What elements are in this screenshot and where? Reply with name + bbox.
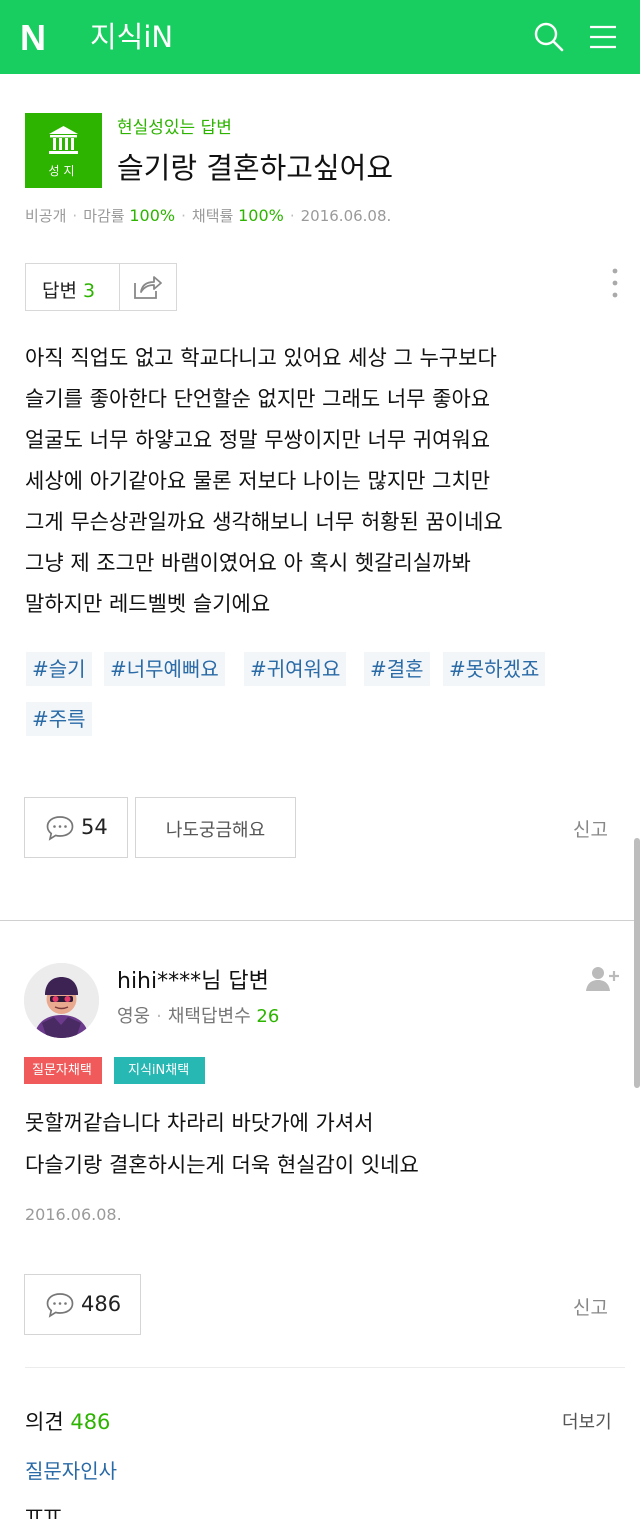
answer-username[interactable]: hihi****님 답변 xyxy=(117,963,269,995)
close-rate-label: 마감률 xyxy=(83,207,125,225)
questioner-greeting-text: ㅠㅠ xyxy=(25,1501,62,1525)
answer-tab-label: 답변 3 xyxy=(42,280,96,302)
scrollbar[interactable] xyxy=(634,838,640,1088)
temple-icon xyxy=(49,126,78,154)
adopt-rate-label: 채택률 xyxy=(191,207,234,225)
tag[interactable]: #못하겠죠 xyxy=(443,652,546,686)
add-friend-icon[interactable] xyxy=(585,965,621,993)
comment-icon xyxy=(45,814,75,842)
tag[interactable]: #결혼 xyxy=(364,652,430,686)
answer-comment-button[interactable]: 486 xyxy=(24,1274,141,1335)
answer-tab[interactable]: 답변 3 xyxy=(25,263,177,311)
brand-title[interactable]: 지식iN xyxy=(90,18,173,56)
more-link[interactable]: 더보기 xyxy=(562,1408,612,1434)
question-title: 슬기랑 결혼하고싶어요 xyxy=(117,151,394,185)
badge-label: 성지 xyxy=(48,164,79,178)
tag[interactable]: #슬기 xyxy=(26,652,92,686)
avatar[interactable] xyxy=(24,963,99,1038)
answer-comment-count: 486 xyxy=(81,1292,122,1316)
question-category[interactable]: 현실성있는 답변 xyxy=(117,113,232,138)
question-comment-count: 54 xyxy=(81,815,108,839)
close-rate: 100% xyxy=(129,206,176,225)
questioner-greeting-label: 질문자인사 xyxy=(25,1459,117,1483)
opinion-header: 의견 486 xyxy=(25,1410,111,1434)
tag[interactable]: #너무예뻐요 xyxy=(104,652,225,686)
naver-logo[interactable]: N xyxy=(20,20,53,56)
answer-user-level: 영웅 · 채택답변수 26 xyxy=(117,1006,280,1027)
questioner-adopted-chip: 질문자채택 xyxy=(24,1057,102,1084)
comment-icon xyxy=(45,1291,75,1319)
answer-report-link[interactable]: 신고 xyxy=(573,1293,608,1320)
visibility: 비공개 xyxy=(25,207,67,225)
search-icon[interactable] xyxy=(532,20,566,54)
more-options-icon[interactable] xyxy=(608,266,622,302)
question-comment-button[interactable]: 54 xyxy=(24,797,128,858)
curious-label: 나도궁금해요 xyxy=(165,820,266,841)
comments-divider xyxy=(25,1367,625,1368)
holy-place-badge: 성지 xyxy=(25,113,102,188)
menu-icon[interactable] xyxy=(586,20,620,54)
kin-adopted-chip: 지식iN채택 xyxy=(114,1057,206,1084)
top-bar: N 지식iN xyxy=(0,0,640,74)
question-date: 2016.06.08. xyxy=(300,207,392,225)
answer-body: 못할꺼같습니다 차라리 바닷가에 가셔서 다슬기랑 결혼하시는게 더욱 현실감이… xyxy=(25,1111,419,1177)
tag[interactable]: #귀여워요 xyxy=(244,652,347,686)
question-body: 아직 직업도 없고 학교다니고 있어요 세상 그 누구보다 슬기를 좋아한다 단… xyxy=(25,346,503,616)
share-icon[interactable] xyxy=(131,273,163,301)
section-divider xyxy=(0,920,640,921)
question-report-link[interactable]: 신고 xyxy=(573,815,608,842)
adopt-rate: 100% xyxy=(238,206,284,225)
question-meta: 비공개 · 마감률 100% · 채택률 100% · 2016.06.08. xyxy=(25,206,392,225)
curious-button[interactable]: 나도궁금해요 xyxy=(135,797,296,858)
tag[interactable]: #주륵 xyxy=(26,702,92,736)
opinion-count: 486 xyxy=(70,1410,111,1434)
answer-count: 3 xyxy=(83,280,96,302)
answer-date: 2016.06.08. xyxy=(25,1205,122,1224)
